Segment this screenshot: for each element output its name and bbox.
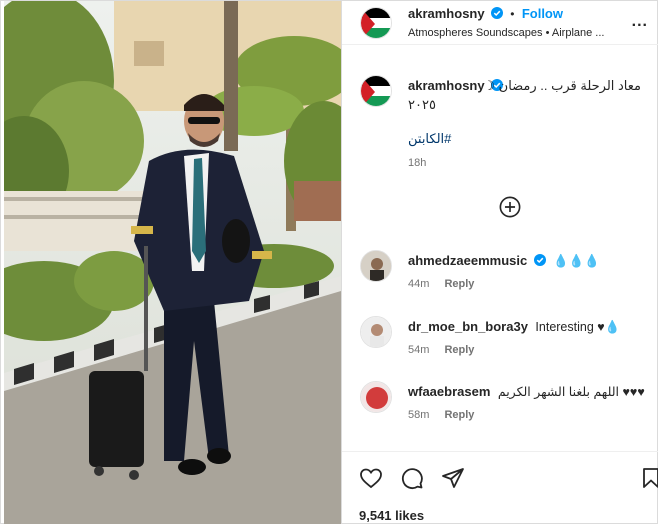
heart-icon[interactable] <box>359 466 383 490</box>
bookmark-icon[interactable] <box>639 466 658 490</box>
comment-username[interactable]: wfaaebrasem <box>408 384 490 399</box>
share-icon[interactable] <box>441 466 465 490</box>
comment-meta: 58m Reply <box>408 409 474 421</box>
separator-dot: • <box>510 7 515 21</box>
caption-time[interactable]: 18h <box>408 157 426 169</box>
comment-meta: 44m Reply <box>408 278 474 290</box>
add-comment-icon[interactable] <box>499 196 521 218</box>
palestine-flag-image <box>361 76 391 106</box>
post-header: akramhosny • Follow Atmospheres Soundsca… <box>342 1 658 45</box>
comment-time[interactable]: 58m <box>408 409 429 421</box>
user-photo-icon <box>361 251 391 281</box>
author-avatar[interactable] <box>360 7 392 39</box>
comment-meta: 54m Reply <box>408 344 474 356</box>
post-modal: akramhosny • Follow Atmospheres Soundsca… <box>0 0 658 524</box>
comment-line: ahmedzaeemmusic 💧💧💧 <box>408 253 600 269</box>
likes-count[interactable]: 9,541 likes <box>359 508 424 523</box>
comment-avatar[interactable] <box>360 316 392 348</box>
caption-username[interactable]: akramhosny <box>408 78 485 93</box>
follow-button[interactable]: Follow <box>522 6 563 21</box>
reply-button[interactable]: Reply <box>444 278 474 290</box>
comment-time[interactable]: 44m <box>408 278 429 290</box>
post-image[interactable] <box>4 1 341 524</box>
caption-text-line2: ٢٠٢٥ <box>408 97 436 112</box>
reply-button[interactable]: Reply <box>444 409 474 421</box>
caption-avatar[interactable] <box>360 75 392 107</box>
comment-time[interactable]: 54m <box>408 344 429 356</box>
verified-icon <box>490 7 503 19</box>
comment-text: Interesting ♥💧 <box>535 320 621 334</box>
reply-button[interactable]: Reply <box>444 344 474 356</box>
comment-text: اللهم بلغنا الشهر الكريم ♥♥♥ <box>497 385 645 399</box>
comment-avatar[interactable] <box>360 381 392 413</box>
post-actions-bar: 9,541 likes <box>342 451 658 524</box>
caption-text-line1: معاد الرحلة قرب .. رمضان ☽ <box>483 78 641 93</box>
more-options-button[interactable]: ... <box>632 13 648 31</box>
audio-subtitle[interactable]: Atmospheres Soundscapes • Airplane ... <box>408 27 624 39</box>
comment-line: wfaaebrasem اللهم بلغنا الشهر الكريم ♥♥♥ <box>408 384 645 399</box>
pilot-photo-illustration <box>4 1 341 524</box>
comment-username[interactable]: ahmedzaeemmusic <box>408 253 527 268</box>
comment-text: 💧💧💧 <box>553 254 600 268</box>
palestine-flag-image <box>361 8 391 38</box>
caption-hashtag[interactable]: #الكابتن <box>408 131 451 147</box>
user-photo-icon <box>361 317 391 347</box>
post-side-panel: akramhosny • Follow Atmospheres Soundsca… <box>341 1 658 524</box>
verified-icon <box>533 254 546 266</box>
author-username[interactable]: akramhosny <box>408 6 485 21</box>
author-line: akramhosny • Follow <box>408 6 563 21</box>
comment-icon[interactable] <box>400 466 424 490</box>
user-photo-icon <box>361 382 391 412</box>
comment-line: dr_moe_bn_bora3y Interesting ♥💧 <box>408 319 620 335</box>
comment-avatar[interactable] <box>360 250 392 282</box>
comment-username[interactable]: dr_moe_bn_bora3y <box>408 319 528 334</box>
